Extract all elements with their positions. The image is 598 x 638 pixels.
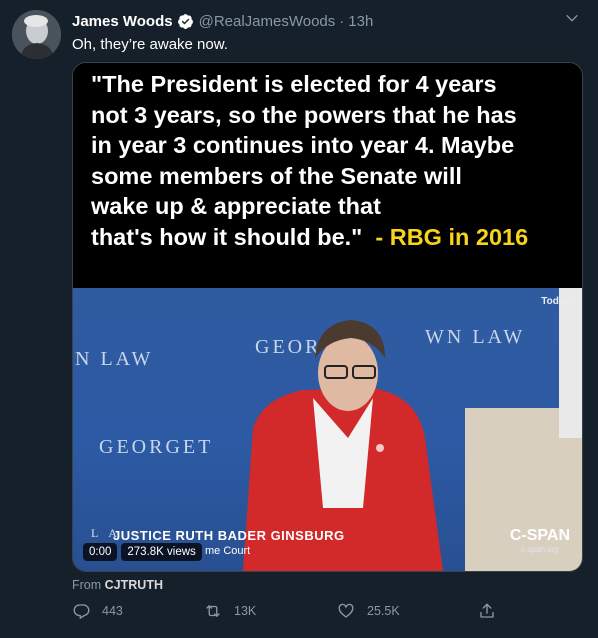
quote-text: "The President is elected for 4 years no… (91, 69, 571, 252)
quote-line: "The President is elected for 4 years (91, 71, 497, 97)
retweet-icon (206, 605, 220, 617)
verified-badge-icon (177, 13, 194, 30)
video-controls: 0:00 273.8K views (83, 543, 202, 561)
author-name[interactable]: James Woods (72, 13, 173, 30)
quote-line: that's how it should be." (91, 223, 363, 250)
quote-attribution: - RBG in 2016 (375, 223, 529, 250)
tweet-timestamp[interactable]: 13h (348, 13, 373, 30)
quote-panel: "The President is elected for 4 years no… (73, 63, 582, 288)
share-button[interactable] (478, 602, 508, 620)
video-frame[interactable]: N LAW GEOR WN LAW GEORGET OR Today L A J… (73, 288, 582, 571)
cspan-logo: C-SPAN c-span.org (510, 527, 570, 554)
source-prefix: From (72, 578, 102, 592)
quote-line: some members of the Senate will (91, 162, 462, 189)
network-label: Today (541, 296, 570, 307)
video-view-count: 273.8K views (121, 543, 202, 561)
like-count: 25.5K (367, 604, 400, 618)
like-button[interactable]: 25.5K (337, 602, 400, 620)
reply-button[interactable]: 443 (72, 602, 123, 620)
reply-icon (73, 604, 90, 619)
chevron-down-icon[interactable] (564, 10, 580, 26)
retweet-count: 13K (234, 604, 257, 618)
quote-line: in year 3 continues into year 4. Maybe (91, 132, 515, 158)
tweet[interactable]: James Woods @RealJamesWoods · 13h Oh, th… (0, 0, 598, 638)
retweet-button[interactable]: 13K (204, 602, 256, 620)
quote-line: wake up & appreciate that (91, 193, 381, 219)
author-handle[interactable]: @RealJamesWoods (199, 13, 336, 30)
reply-count: 443 (102, 604, 123, 618)
quote-line: not 3 years, so the powers that he has (91, 101, 517, 128)
avatar[interactable] (12, 10, 61, 59)
tweet-header: James Woods @RealJamesWoods · 13h (72, 11, 578, 31)
cspan-logo-text: C-SPAN (509, 527, 570, 544)
cspan-url: c-span.org (521, 545, 559, 554)
quote-line-last: that's how it should be." - RBG in 2016 (91, 222, 571, 253)
lower-third-title: me Court (205, 545, 251, 557)
tweet-media-video[interactable]: "The President is elected for 4 years no… (72, 62, 583, 572)
heart-icon (338, 603, 354, 618)
tweet-actions: 443 13K 25.5K (72, 602, 552, 626)
share-icon (480, 603, 494, 618)
separator-dot: · (339, 12, 345, 30)
tweet-text: Oh, they’re awake now. (72, 36, 228, 53)
tweet-source: From CJTRUTH (72, 578, 163, 592)
avatar-image (12, 10, 61, 59)
source-link[interactable]: CJTRUTH (105, 578, 163, 592)
video-elapsed-time: 0:00 (83, 543, 118, 561)
